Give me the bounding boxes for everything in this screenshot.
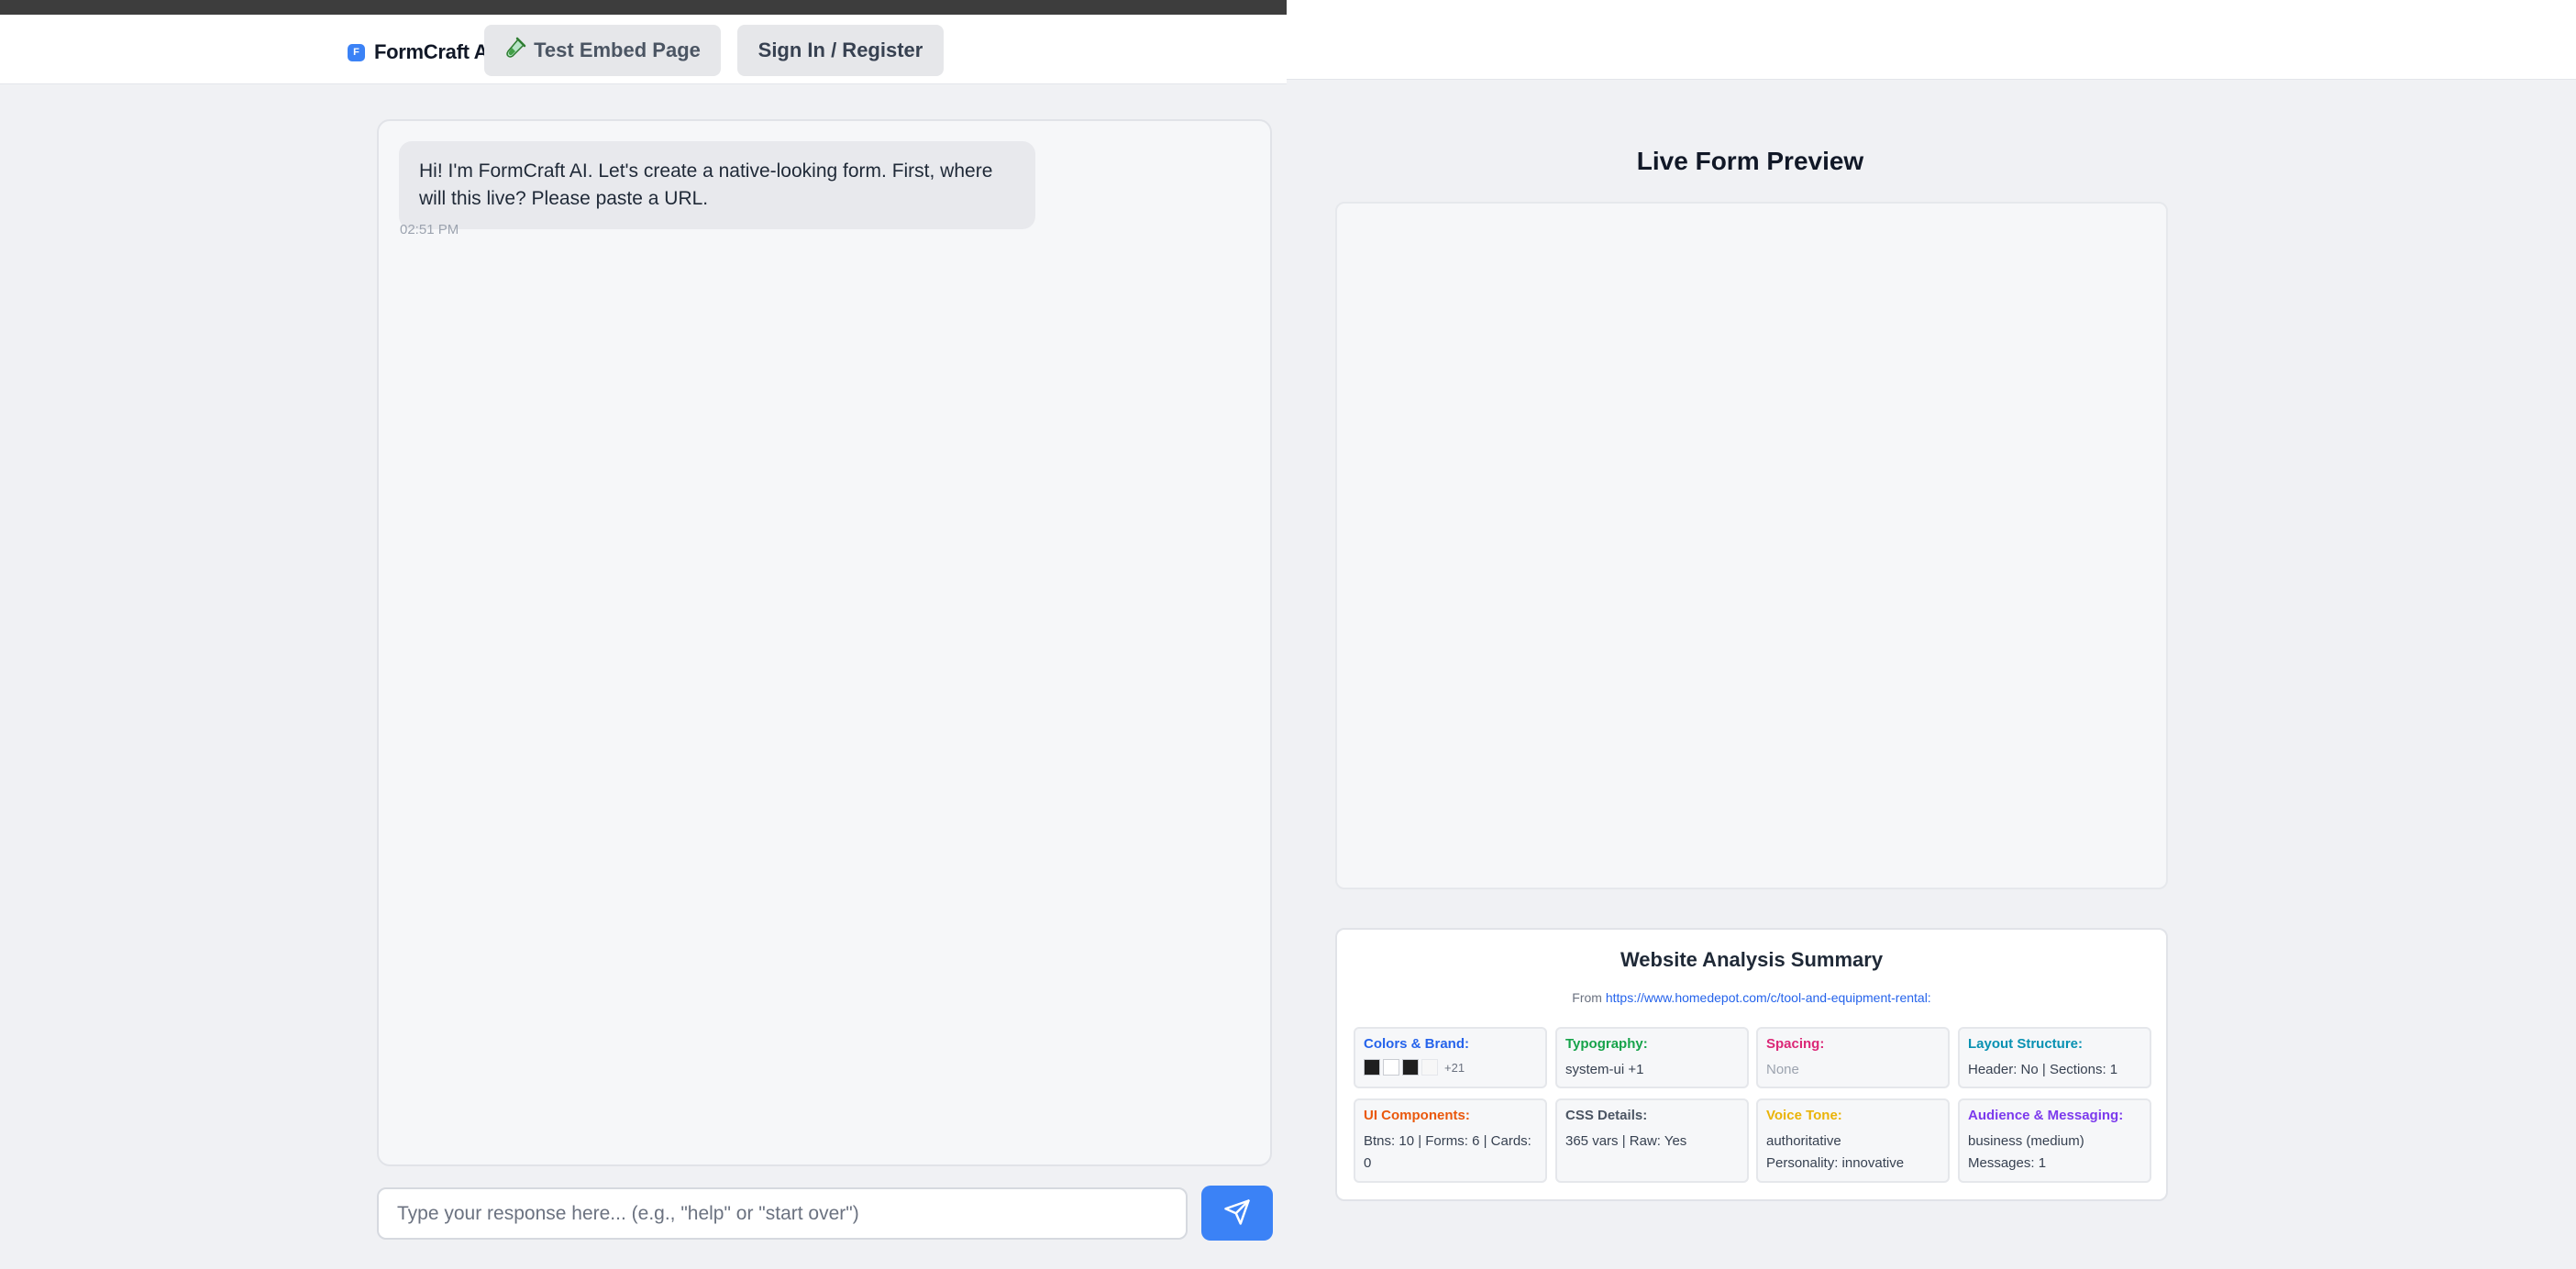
ui-components-card: UI Components: Btns: 10 | Forms: 6 | Car…	[1354, 1098, 1547, 1183]
voice-tone-card: Voice Tone: authoritative Personality: i…	[1756, 1098, 1950, 1183]
source-url-link[interactable]: https://www.homedepot.com/c/tool-and-equ…	[1606, 990, 1931, 1005]
colors-brand-card: Colors & Brand: +21	[1354, 1027, 1547, 1088]
audience-messaging-line2: Messages: 1	[1968, 1155, 2047, 1171]
layout-structure-card: Layout Structure: Header: No | Sections:…	[1958, 1027, 2151, 1088]
assistant-message: Hi! I'm FormCraft AI. Let's create a nat…	[399, 141, 1035, 229]
test-embed-label: Test Embed Page	[534, 39, 701, 61]
spacing-card: Spacing: None	[1756, 1027, 1950, 1088]
top-dark-strip	[0, 0, 1319, 15]
ui-components-title: UI Components:	[1364, 1108, 1470, 1123]
voice-tone-line2: Personality: innovative	[1766, 1155, 1905, 1171]
message-timestamp: 02:51 PM	[400, 222, 459, 237]
typography-card: Typography: system-ui +1	[1555, 1027, 1749, 1088]
color-swatch	[1364, 1059, 1380, 1076]
form-preview-area	[1335, 202, 2168, 889]
color-swatch	[1421, 1059, 1438, 1076]
color-swatch	[1402, 1059, 1419, 1076]
send-icon	[1223, 1198, 1251, 1229]
app-header: F FormCraft AI Test Embed Page Sign In /…	[0, 15, 1287, 84]
layout-structure-value: Header: No | Sections: 1	[1968, 1062, 2118, 1077]
source-from-label: From	[1572, 990, 1602, 1005]
color-swatch	[1383, 1059, 1399, 1076]
analysis-summary: Website Analysis Summary From https://ww…	[1335, 928, 2168, 1201]
color-swatches: +21	[1364, 1059, 1537, 1076]
test-tube-icon	[504, 37, 526, 64]
colors-brand-title: Colors & Brand:	[1364, 1036, 1470, 1052]
preview-title: Live Form Preview	[1636, 147, 1864, 175]
more-colors-count: +21	[1444, 1060, 1465, 1075]
brand-logo[interactable]: F FormCraft AI	[348, 40, 493, 64]
chat-panel: Hi! I'm FormCraft AI. Let's create a nat…	[377, 119, 1272, 1166]
analysis-title: Website Analysis Summary	[1620, 948, 1884, 971]
brand-name: FormCraft AI	[374, 40, 494, 63]
css-details-card: CSS Details: 365 vars | Raw: Yes	[1555, 1098, 1749, 1183]
chat-input[interactable]	[377, 1187, 1188, 1240]
audience-messaging-line1: business (medium)	[1968, 1133, 2084, 1149]
typography-value: system-ui +1	[1565, 1062, 1644, 1077]
layout-structure-title: Layout Structure:	[1968, 1036, 2084, 1052]
test-embed-page-button[interactable]: Test Embed Page	[484, 25, 721, 76]
css-details-title: CSS Details:	[1565, 1108, 1648, 1123]
logo-icon: F	[348, 43, 365, 61]
header-extension	[1287, 0, 2576, 80]
typography-title: Typography:	[1565, 1036, 1648, 1052]
audience-messaging-title: Audience & Messaging:	[1968, 1108, 2124, 1123]
analysis-source: From https://www.homedepot.com/c/tool-an…	[1337, 990, 2166, 1005]
send-button[interactable]	[1201, 1186, 1273, 1241]
voice-tone-line1: authoritative	[1766, 1133, 1841, 1149]
ui-components-line1: Btns: 10 | Forms: 6 | Cards:	[1364, 1133, 1531, 1149]
css-details-value: 365 vars | Raw: Yes	[1565, 1133, 1687, 1149]
audience-messaging-card: Audience & Messaging: business (medium) …	[1958, 1098, 2151, 1183]
voice-tone-title: Voice Tone:	[1766, 1108, 1842, 1123]
spacing-value: None	[1766, 1062, 1799, 1077]
spacing-title: Spacing:	[1766, 1036, 1825, 1052]
sign-in-register-button[interactable]: Sign In / Register	[737, 25, 944, 76]
ui-components-line2: 0	[1364, 1155, 1372, 1171]
